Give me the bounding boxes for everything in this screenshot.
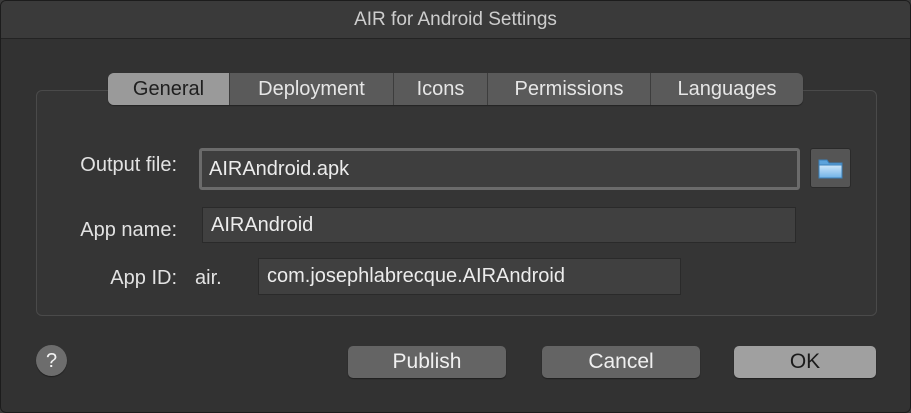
app-name-label: App name: [80, 219, 177, 241]
output-file-field[interactable]: AIRAndroid.apk [199, 148, 800, 190]
tab-bar: General Deployment Icons Permissions Lan… [108, 73, 803, 105]
publish-button[interactable]: Publish [348, 346, 506, 378]
ok-button[interactable]: OK [734, 346, 876, 378]
browse-output-button[interactable] [810, 148, 851, 188]
tab-icons[interactable]: Icons [394, 73, 488, 105]
cancel-button[interactable]: Cancel [542, 346, 700, 378]
settings-dialog: AIR for Android Settings General Deploym… [0, 0, 911, 413]
tab-permissions[interactable]: Permissions [488, 73, 651, 105]
app-id-field[interactable]: com.josephlabrecque.AIRAndroid [258, 258, 681, 295]
app-id-prefix: air. [195, 267, 222, 289]
app-name-field[interactable]: AIRAndroid [202, 207, 796, 243]
tab-languages[interactable]: Languages [651, 73, 803, 105]
tab-deployment[interactable]: Deployment [230, 73, 394, 105]
window-title: AIR for Android Settings [1, 1, 910, 39]
app-id-label: App ID: [110, 267, 177, 289]
help-button[interactable]: ? [36, 345, 67, 376]
help-icon: ? [45, 350, 58, 372]
output-file-label: Output file: [80, 154, 177, 176]
tab-general[interactable]: General [108, 73, 230, 105]
folder-icon [817, 154, 845, 187]
